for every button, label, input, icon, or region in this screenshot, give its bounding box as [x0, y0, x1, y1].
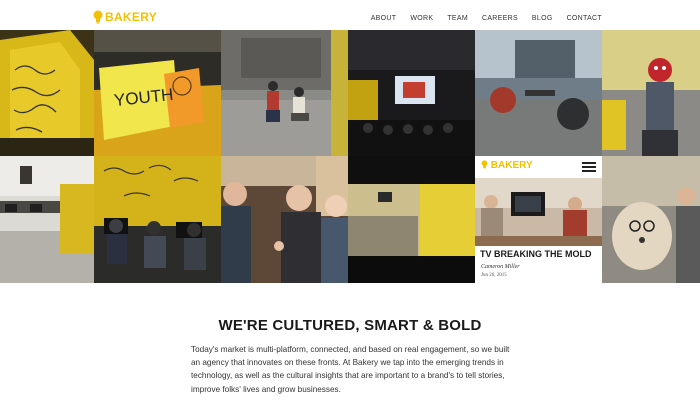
tile-team-workstations[interactable] [94, 156, 221, 283]
blog-card-date: Jun 26, 2015 [481, 273, 507, 278]
blog-card-brand: BAKERY [481, 160, 533, 171]
tile-youth-sticky-notes[interactable]: YOUTH [94, 30, 221, 156]
hamburger-menu-icon[interactable] [582, 162, 596, 172]
intro-section: WE'RE CULTURED, SMART & BOLD Today's mar… [0, 283, 700, 400]
nav-blog[interactable]: BLOG [532, 15, 553, 22]
nav-team[interactable]: TEAM [447, 15, 468, 22]
site-header: BAKERY ABOUT WORK TEAM CAREERS BLOG CONT… [0, 0, 700, 30]
nav-about[interactable]: ABOUT [371, 15, 397, 22]
tile-dog-portrait[interactable] [602, 156, 700, 283]
photo-grid: YOUTH BAKERY TV BREAKING THE MOLD Camero… [0, 30, 700, 283]
lightbulb-icon [481, 160, 488, 169]
tile-open-office[interactable] [0, 156, 94, 283]
nav-careers[interactable]: CAREERS [482, 15, 518, 22]
tile-studio-floor[interactable] [221, 30, 348, 156]
lightbulb-icon [93, 10, 103, 24]
main-nav: ABOUT WORK TEAM CAREERS BLOG CONTACT [371, 15, 602, 22]
tile-garage-workshop[interactable] [475, 30, 602, 156]
intro-heading: WE'RE CULTURED, SMART & BOLD [218, 317, 482, 334]
blog-card-header: BAKERY [475, 156, 602, 178]
tile-graffiti-office[interactable] [0, 30, 94, 156]
tile-presentation-room[interactable] [348, 30, 475, 156]
nav-work[interactable]: WORK [410, 15, 433, 22]
tile-costume-person[interactable] [602, 30, 700, 156]
blog-card-author: Cameron Miller [481, 264, 520, 270]
brand-name: BAKERY [105, 10, 158, 24]
intro-body: Today's market is multi-platform, connec… [191, 345, 510, 394]
tile-lobby[interactable] [348, 156, 475, 283]
tile-blog-post[interactable]: BAKERY TV BREAKING THE MOLD Cameron Mill… [475, 156, 602, 283]
tile-group-conversation[interactable] [221, 156, 348, 283]
brand-logo[interactable]: BAKERY [93, 10, 157, 24]
blog-card-title[interactable]: TV BREAKING THE MOLD [480, 249, 592, 259]
blog-card-photo [475, 178, 602, 246]
nav-contact[interactable]: CONTACT [567, 15, 602, 22]
